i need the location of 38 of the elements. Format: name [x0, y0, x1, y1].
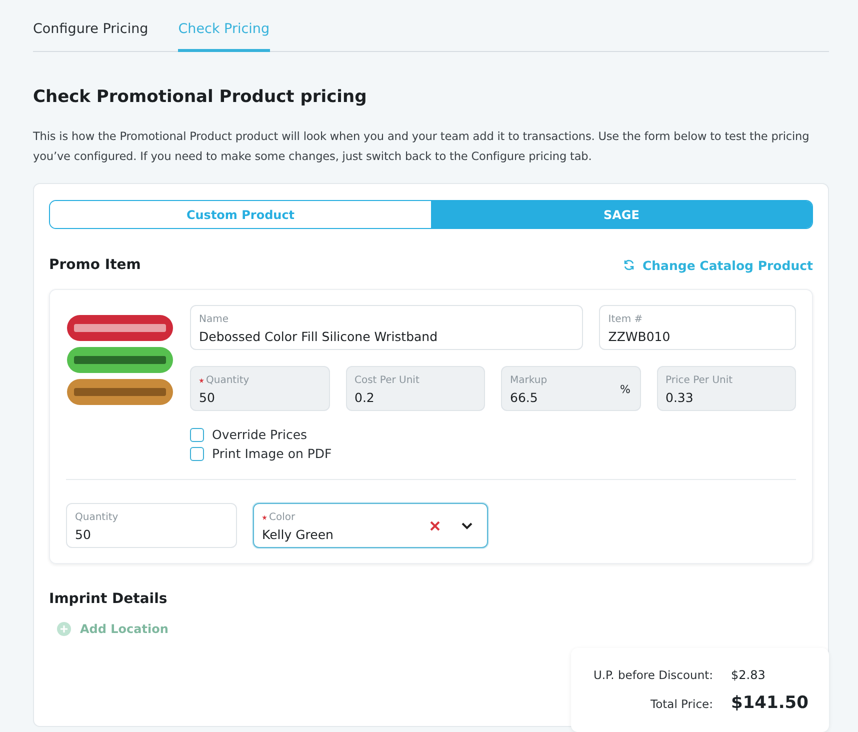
- input-field[interactable]: Color Kelly Green: [253, 503, 488, 548]
- field-label: Name: [199, 312, 230, 326]
- input-field[interactable]: Quantity 50: [66, 503, 237, 548]
- field-label: Item #: [608, 312, 644, 326]
- input-field[interactable]: Name Debossed Color Fill Silicone Wristband: [190, 305, 584, 350]
- field-value: 0.33: [666, 390, 694, 405]
- field-label: Color: [262, 510, 479, 524]
- checkbox-label: Print Image on PDF: [212, 446, 332, 461]
- add-icon: [57, 622, 71, 636]
- chevron-down-icon[interactable]: [461, 522, 473, 530]
- field-value: Debossed Color Fill Silicone Wristband: [199, 329, 439, 344]
- field-label: Quantity: [75, 510, 120, 524]
- section-title: Imprint Details: [49, 591, 168, 607]
- tab[interactable]: Configure Pricing: [33, 18, 148, 52]
- field-value: 50: [75, 527, 92, 542]
- field-value: 50: [199, 390, 216, 405]
- checkbox[interactable]: [190, 428, 204, 442]
- field-value: 66.5: [510, 390, 539, 405]
- section-title: Promo Item: [49, 257, 141, 273]
- total-value: $2.83: [731, 668, 766, 684]
- refresh-icon: [623, 259, 636, 271]
- percent-suffix: %: [620, 383, 630, 396]
- field-label: Markup: [510, 374, 548, 387]
- field-label: Cost Per Unit: [354, 374, 420, 387]
- description: This is how the Promotional Product product will look when you and your team add it to transactions. Use the form below to test the pricing you’ve configured. If you need to make some changes, just switch back to the Configure pricing tab.: [33, 129, 810, 165]
- checkbox[interactable]: [190, 446, 204, 460]
- total-value: $141.50: [731, 692, 809, 714]
- field-value: 0.2: [354, 390, 376, 405]
- page-heading: Check Promotional Product pricing: [33, 87, 368, 107]
- clear-icon[interactable]: [430, 521, 440, 531]
- field-value: ZZWB010: [608, 329, 672, 344]
- total-label: U.P. before Discount:: [593, 668, 713, 682]
- field-label: Quantity: [199, 373, 320, 387]
- field-value: Kelly Green: [262, 527, 334, 542]
- input-field[interactable]: Item # ZZWB010: [599, 305, 796, 350]
- checkbox-label: Override Prices: [212, 427, 308, 442]
- field-label: Price Per Unit: [666, 374, 734, 387]
- total-label: Total Price:: [650, 696, 713, 711]
